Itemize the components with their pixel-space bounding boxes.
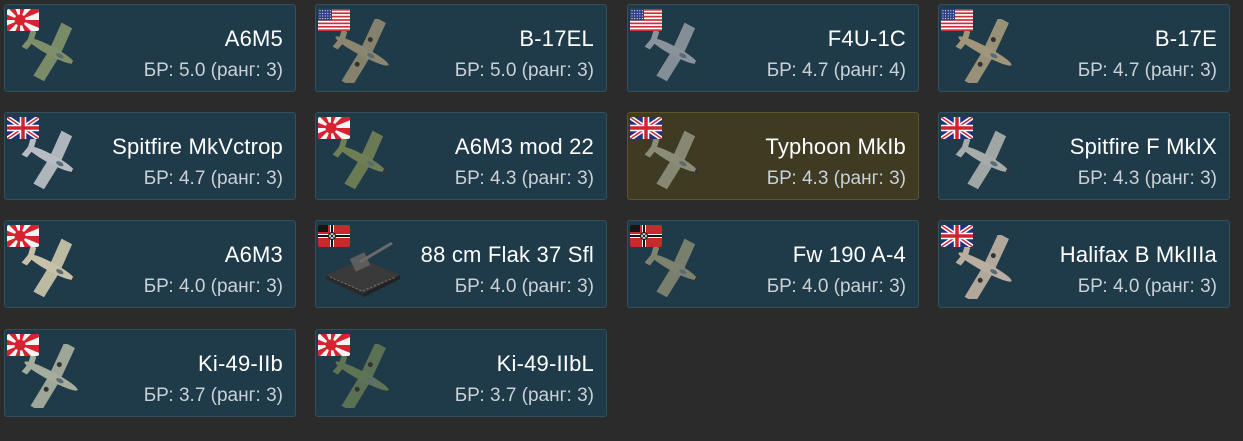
vehicle-name: A6M3 bbox=[224, 242, 283, 267]
japan-flag bbox=[318, 117, 350, 139]
vehicle-battle-rating: БР: 4.0 (ранг: 3) bbox=[454, 276, 594, 297]
vehicle-battle-rating: БР: 5.0 (ранг: 3) bbox=[143, 60, 283, 81]
uk-flag bbox=[7, 117, 39, 139]
japan-flag bbox=[318, 334, 350, 356]
vehicle-card[interactable]: Spitfire MkVctrop БР: 4.7 (ранг: 3) bbox=[4, 112, 296, 200]
vehicle-name: F4U-1C bbox=[827, 26, 906, 51]
vehicle-card[interactable]: Halifax B MkIIIa БР: 4.0 (ранг: 3) bbox=[938, 220, 1230, 308]
vehicle-battle-rating: БР: 4.3 (ранг: 3) bbox=[454, 168, 594, 189]
vehicle-name: Fw 190 A-4 bbox=[792, 242, 906, 267]
vehicle-name: Spitfire F MkIX bbox=[1069, 134, 1217, 159]
japan-flag bbox=[7, 225, 39, 247]
germany-flag bbox=[318, 225, 350, 247]
vehicle-name: B-17EL bbox=[519, 26, 594, 51]
vehicle-name: 88 cm Flak 37 Sfl bbox=[420, 242, 594, 267]
japan-flag bbox=[7, 334, 39, 356]
uk-flag bbox=[941, 225, 973, 247]
usa-flag bbox=[318, 9, 350, 31]
vehicle-battle-rating: БР: 4.0 (ранг: 3) bbox=[1077, 276, 1217, 297]
vehicle-name: Ki-49-IIbL bbox=[496, 351, 594, 376]
vehicle-name: A6M5 bbox=[224, 26, 283, 51]
vehicle-battle-rating: БР: 4.3 (ранг: 3) bbox=[766, 168, 906, 189]
vehicle-name: A6M3 mod 22 bbox=[454, 134, 594, 159]
vehicle-battle-rating: БР: 4.0 (ранг: 3) bbox=[766, 276, 906, 297]
uk-flag bbox=[630, 117, 662, 139]
vehicle-card[interactable]: B-17EL БР: 5.0 (ранг: 3) bbox=[315, 4, 607, 92]
vehicle-card[interactable]: Spitfire F MkIX БР: 4.3 (ранг: 3) bbox=[938, 112, 1230, 200]
vehicle-name: Spitfire MkVctrop bbox=[112, 134, 283, 159]
vehicle-card[interactable]: B-17E БР: 4.7 (ранг: 3) bbox=[938, 4, 1230, 92]
vehicle-name: Halifax B MkIIIa bbox=[1059, 242, 1217, 267]
vehicle-card[interactable]: A6M3 mod 22 БР: 4.3 (ранг: 3) bbox=[315, 112, 607, 200]
vehicle-battle-rating: БР: 3.7 (ранг: 3) bbox=[143, 385, 283, 406]
vehicle-battle-rating: БР: 4.7 (ранг: 3) bbox=[143, 168, 283, 189]
uk-flag bbox=[941, 117, 973, 139]
vehicle-grid: A6M5 БР: 5.0 (ранг: 3) B-17EL БР: 5.0 (р… bbox=[0, 0, 1243, 441]
vehicle-name: Ki-49-IIb bbox=[198, 351, 283, 376]
vehicle-battle-rating: БР: 4.3 (ранг: 3) bbox=[1077, 168, 1217, 189]
vehicle-battle-rating: БР: 4.0 (ранг: 3) bbox=[143, 276, 283, 297]
vehicle-card[interactable]: Fw 190 A-4 БР: 4.0 (ранг: 3) bbox=[627, 220, 919, 308]
japan-flag bbox=[7, 9, 39, 31]
vehicle-card[interactable]: F4U-1C БР: 4.7 (ранг: 4) bbox=[627, 4, 919, 92]
vehicle-name: Typhoon MkIb bbox=[765, 134, 906, 159]
vehicle-card[interactable]: Ki-49-IIbL БР: 3.7 (ранг: 3) bbox=[315, 329, 607, 417]
vehicle-battle-rating: БР: 3.7 (ранг: 3) bbox=[454, 385, 594, 406]
vehicle-battle-rating: БР: 4.7 (ранг: 4) bbox=[766, 60, 906, 81]
vehicle-card[interactable]: 88 cm Flak 37 Sfl БР: 4.0 (ранг: 3) bbox=[315, 220, 607, 308]
vehicle-name: B-17E bbox=[1154, 26, 1217, 51]
usa-flag bbox=[630, 9, 662, 31]
vehicle-card[interactable]: Typhoon MkIb БР: 4.3 (ранг: 3) bbox=[627, 112, 919, 200]
vehicle-card[interactable]: Ki-49-IIb БР: 3.7 (ранг: 3) bbox=[4, 329, 296, 417]
vehicle-card[interactable]: A6M5 БР: 5.0 (ранг: 3) bbox=[4, 4, 296, 92]
germany-flag bbox=[630, 225, 662, 247]
vehicle-battle-rating: БР: 5.0 (ранг: 3) bbox=[454, 60, 594, 81]
vehicle-battle-rating: БР: 4.7 (ранг: 3) bbox=[1077, 60, 1217, 81]
vehicle-card[interactable]: A6M3 БР: 4.0 (ранг: 3) bbox=[4, 220, 296, 308]
usa-flag bbox=[941, 9, 973, 31]
